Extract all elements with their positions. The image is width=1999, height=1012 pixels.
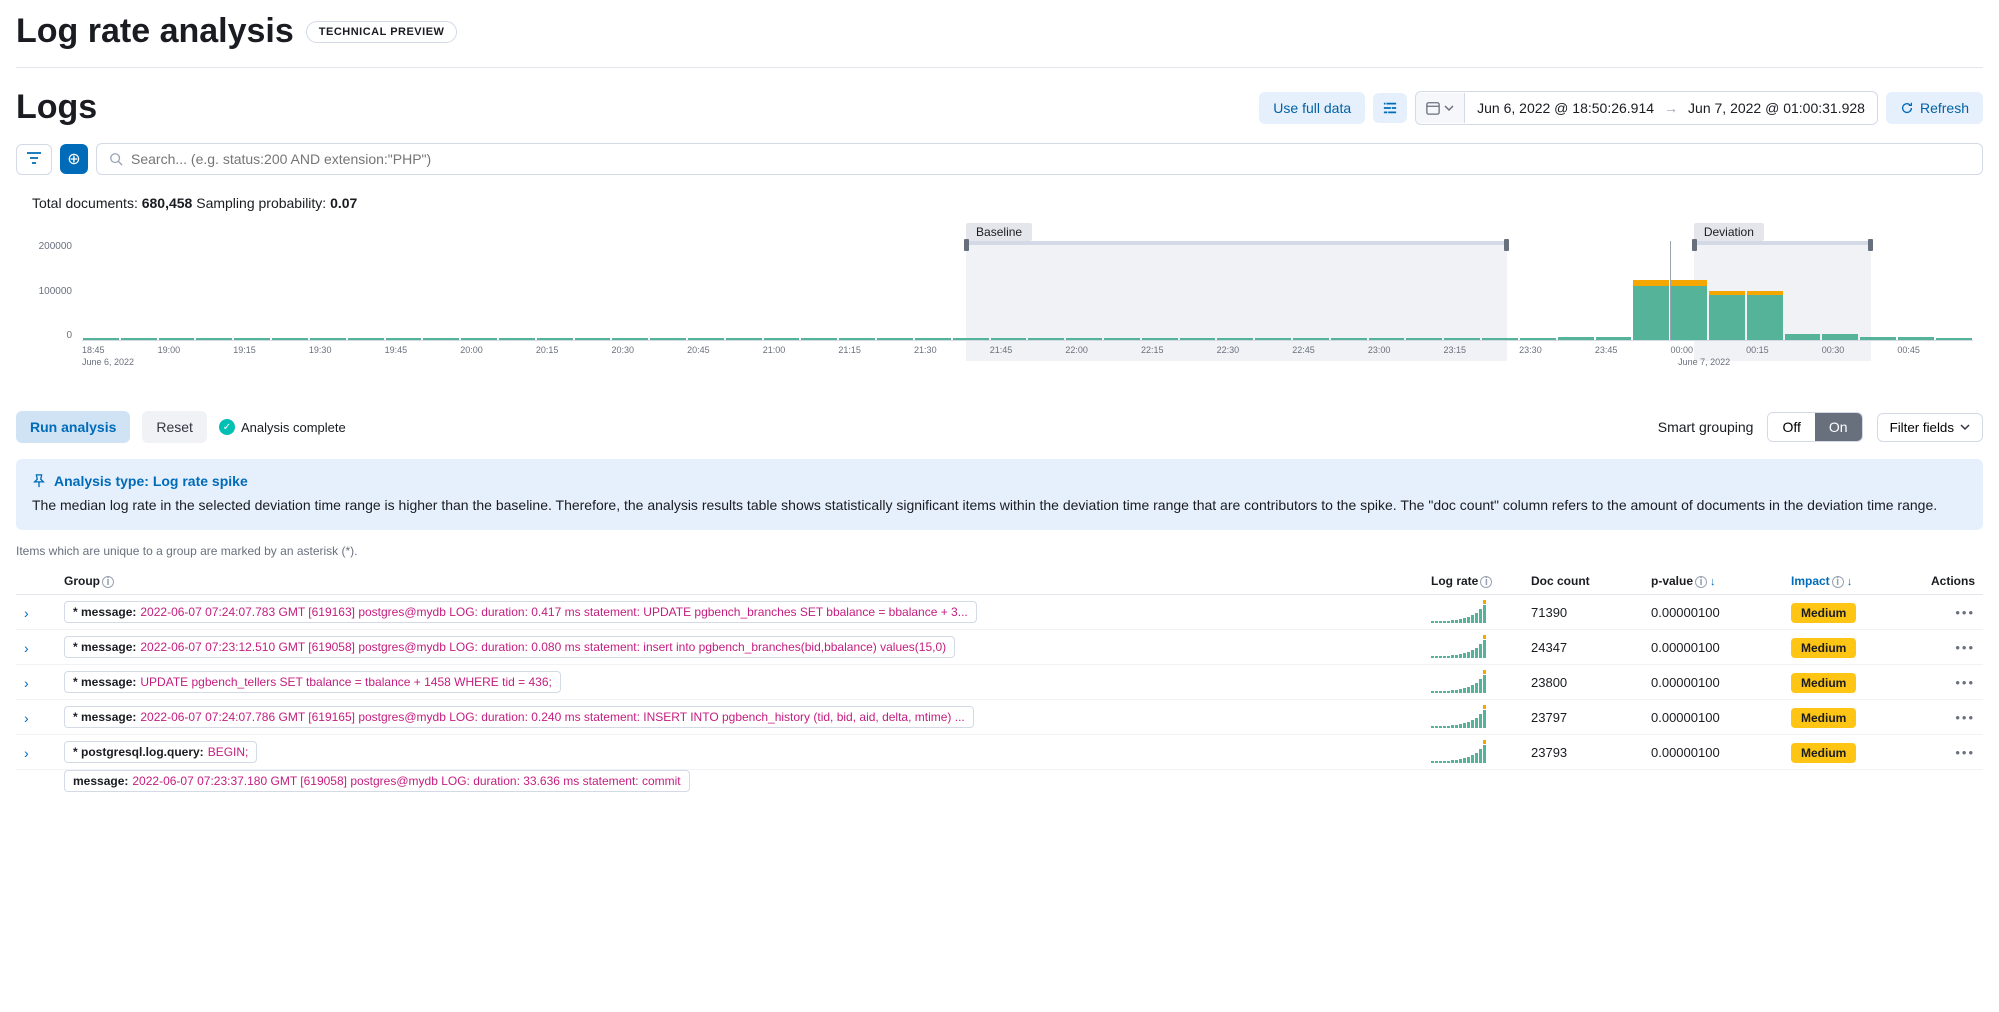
table-row: › * message: 2022-06-07 07:24:07.783 GMT…: [16, 595, 1983, 630]
table-row: message: 2022-06-07 07:23:37.180 GMT [61…: [16, 770, 1983, 799]
toggle-on[interactable]: On: [1815, 413, 1862, 441]
p-value-cell: 0.00000100: [1643, 665, 1783, 700]
impact-cell: Medium: [1783, 665, 1903, 700]
calendar-button[interactable]: [1416, 93, 1465, 123]
table-row: › * message: UPDATE pgbench_tellers SET …: [16, 665, 1983, 700]
doc-count-cell: 23797: [1523, 700, 1643, 735]
impact-cell: Medium: [1783, 630, 1903, 665]
preview-badge: TECHNICAL PREVIEW: [306, 21, 458, 43]
expand-button[interactable]: ›: [24, 640, 29, 656]
p-value-cell: 0.00000100: [1643, 735, 1783, 770]
table-row: › * message: 2022-06-07 07:24:07.786 GMT…: [16, 700, 1983, 735]
p-value-cell: 0.00000100: [1643, 700, 1783, 735]
smart-grouping-toggle[interactable]: Off On: [1767, 412, 1862, 442]
toggle-off[interactable]: Off: [1768, 413, 1814, 441]
divider: [16, 67, 1983, 68]
log-rate-cell: [1423, 665, 1523, 700]
impact-cell: Medium: [1783, 735, 1903, 770]
group-cell: * message: 2022-06-07 07:24:07.786 GMT […: [56, 700, 1423, 735]
expand-button[interactable]: ›: [24, 710, 29, 726]
row-actions-button[interactable]: •••: [1955, 745, 1975, 760]
y-axis: 200000 100000 0: [16, 241, 72, 341]
x-sub-2: June 7, 2022: [1678, 357, 1730, 367]
chevron-down-icon: [1444, 103, 1454, 113]
use-full-data-button[interactable]: Use full data: [1259, 92, 1365, 124]
doc-count-cell: 71390: [1523, 595, 1643, 630]
p-value-cell: 0.00000100: [1643, 630, 1783, 665]
col-group[interactable]: Groupi: [56, 568, 1423, 595]
expand-button[interactable]: ›: [24, 745, 29, 761]
p-value-cell: 0.00000100: [1643, 595, 1783, 630]
pin-icon: [32, 474, 46, 488]
impact-cell: Medium: [1783, 595, 1903, 630]
group-cell: * message: UPDATE pgbench_tellers SET tb…: [56, 665, 1423, 700]
log-rate-cell: [1423, 735, 1523, 770]
run-analysis-button[interactable]: Run analysis: [16, 411, 130, 443]
x-axis: 18:4519:0019:1519:3019:4520:0020:1520:30…: [82, 345, 1973, 355]
group-cell: * message: 2022-06-07 07:23:12.510 GMT […: [56, 630, 1423, 665]
doc-count-cell: 24347: [1523, 630, 1643, 665]
check-icon: ✓: [219, 419, 235, 435]
impact-cell: Medium: [1783, 700, 1903, 735]
expand-button[interactable]: ›: [24, 675, 29, 691]
chart-bars: [82, 241, 1973, 341]
sliders-icon: [1383, 101, 1397, 115]
search-box[interactable]: [96, 143, 1983, 175]
table-row: › * message: 2022-06-07 07:23:12.510 GMT…: [16, 630, 1983, 665]
date-to: Jun 7, 2022 @ 01:00:31.928: [1688, 100, 1865, 116]
calendar-icon: [1426, 101, 1440, 115]
section-title: Logs: [16, 88, 97, 127]
x-sub-1: June 6, 2022: [82, 357, 134, 367]
refresh-button[interactable]: Refresh: [1886, 92, 1983, 124]
page-title: Log rate analysis: [16, 12, 294, 51]
add-filter-button[interactable]: ⊕: [60, 144, 88, 174]
search-icon: [109, 152, 123, 166]
col-doc-count[interactable]: Doc count: [1523, 568, 1643, 595]
stats-row: Total documents: 680,458 Sampling probab…: [16, 195, 1983, 211]
doc-count-cell: 23800: [1523, 665, 1643, 700]
row-actions-button[interactable]: •••: [1955, 710, 1975, 725]
plus-icon: ⊕: [67, 149, 80, 169]
date-range-picker[interactable]: Jun 6, 2022 @ 18:50:26.914 → Jun 7, 2022…: [1415, 91, 1878, 125]
row-actions-button[interactable]: •••: [1955, 640, 1975, 655]
baseline-label: Baseline: [966, 223, 1032, 241]
search-input[interactable]: [131, 151, 1970, 167]
log-rate-cell: [1423, 630, 1523, 665]
date-from: Jun 6, 2022 @ 18:50:26.914: [1477, 100, 1654, 116]
log-rate-chart[interactable]: 200000 100000 0 Baseline Deviation 18:45…: [16, 223, 1983, 393]
filter-icon: [27, 152, 41, 164]
smart-grouping-label: Smart grouping: [1658, 419, 1754, 435]
row-actions-button[interactable]: •••: [1955, 675, 1975, 690]
log-rate-cell: [1423, 595, 1523, 630]
refresh-icon: [1900, 101, 1914, 115]
analysis-callout: Analysis type: Log rate spike The median…: [16, 459, 1983, 530]
col-p-value[interactable]: p-valuei↓: [1643, 568, 1783, 595]
results-table: Groupi Log ratei Doc count p-valuei↓ Imp…: [16, 568, 1983, 798]
doc-count-cell: 23793: [1523, 735, 1643, 770]
group-cell: * postgresql.log.query: BEGIN;: [56, 735, 1423, 770]
filter-fields-button[interactable]: Filter fields: [1877, 413, 1983, 442]
group-cell: * message: 2022-06-07 07:24:07.783 GMT […: [56, 595, 1423, 630]
row-actions-button[interactable]: •••: [1955, 605, 1975, 620]
log-rate-cell: [1423, 700, 1523, 735]
deviation-label: Deviation: [1694, 223, 1764, 241]
col-actions: Actions: [1903, 568, 1983, 595]
table-row: › * postgresql.log.query: BEGIN; 23793 0…: [16, 735, 1983, 770]
reset-button[interactable]: Reset: [142, 411, 207, 443]
col-log-rate[interactable]: Log ratei: [1423, 568, 1523, 595]
col-impact[interactable]: Impacti↓: [1783, 568, 1903, 595]
chevron-down-icon: [1960, 422, 1970, 432]
analysis-status: ✓ Analysis complete: [219, 419, 346, 435]
filter-button[interactable]: [16, 144, 52, 175]
arrow-right-icon: →: [1664, 100, 1678, 116]
options-button[interactable]: [1373, 93, 1407, 123]
group-note: Items which are unique to a group are ma…: [16, 544, 1983, 558]
expand-button[interactable]: ›: [24, 605, 29, 621]
